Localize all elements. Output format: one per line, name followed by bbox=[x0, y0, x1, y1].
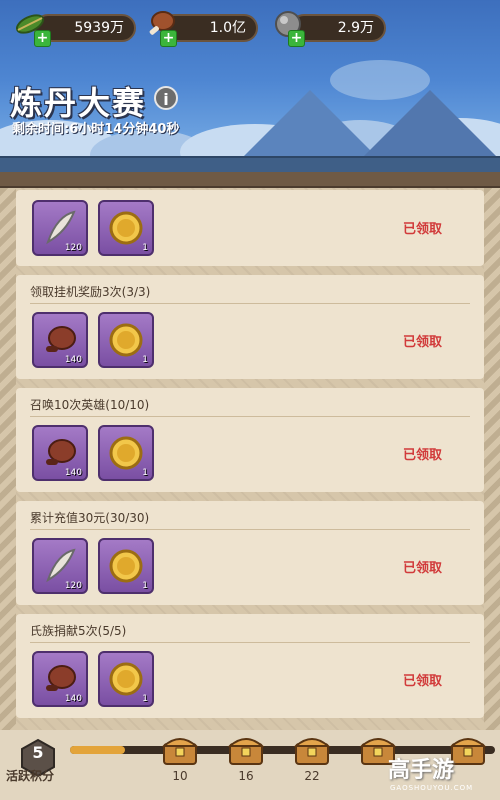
reward-item[interactable]: 1 bbox=[98, 425, 154, 481]
gold-coin-icon bbox=[109, 436, 143, 470]
divider bbox=[30, 529, 470, 530]
task-card: 累计充值30元(30/30) 120 1 已领取 bbox=[16, 501, 484, 605]
panel-rail bbox=[0, 172, 500, 188]
task-title: 召唤10次英雄(10/10) bbox=[30, 398, 150, 412]
task-title: 累计充值30元(30/30) bbox=[30, 511, 150, 525]
gold-coin-icon bbox=[109, 323, 143, 357]
meat-icon bbox=[46, 326, 76, 352]
reward-qty: 140 bbox=[64, 468, 82, 478]
task-title: 领取挂机奖励3次(3/3) bbox=[30, 285, 151, 299]
task-card: 召唤10次英雄(10/10) 140 1 已领取 bbox=[16, 388, 484, 492]
reward-qty: 120 bbox=[64, 243, 82, 253]
divider bbox=[30, 416, 470, 417]
mountain bbox=[360, 90, 500, 160]
reward-qty: 140 bbox=[64, 355, 82, 365]
add-resource-button[interactable]: + bbox=[160, 30, 177, 47]
add-resource-button[interactable]: + bbox=[288, 30, 305, 47]
reward-item[interactable]: 1 bbox=[98, 312, 154, 368]
watermark: 高手游 bbox=[388, 758, 455, 783]
task-title: 氏族捐献5次(5/5) bbox=[30, 624, 127, 638]
milestone-value: 22 bbox=[304, 769, 320, 783]
reward-item[interactable]: 140 bbox=[32, 312, 88, 368]
watermark-url: GAOSHOUYOU.COM bbox=[390, 784, 474, 792]
reward-qty: 1 bbox=[142, 243, 148, 253]
gold-coin-icon bbox=[109, 549, 143, 583]
claimed-status: 已领取 bbox=[402, 448, 442, 463]
side-border bbox=[0, 188, 16, 730]
chest-icon[interactable] bbox=[160, 732, 200, 766]
chest-icon[interactable] bbox=[226, 732, 266, 766]
reward-item[interactable]: 1 bbox=[98, 200, 154, 256]
activity-progress-fill bbox=[70, 746, 125, 754]
task-card: 120 1 已领取 bbox=[16, 190, 484, 266]
meat-icon bbox=[46, 665, 76, 691]
reward-item[interactable]: 140 bbox=[32, 425, 88, 481]
info-icon[interactable]: i bbox=[154, 86, 178, 110]
reward-qty: 1 bbox=[142, 694, 148, 704]
claimed-status: 已领取 bbox=[402, 674, 442, 689]
reward-qty: 1 bbox=[142, 468, 148, 478]
countdown-timer: 剩余时间:6小时14分钟40秒 bbox=[12, 122, 180, 137]
reward-item[interactable]: 140 bbox=[32, 651, 88, 707]
chest-icon[interactable] bbox=[292, 732, 332, 766]
task-card: 领取挂机奖励3次(3/3) 140 1 已领取 bbox=[16, 275, 484, 379]
side-border bbox=[484, 188, 500, 730]
add-resource-button[interactable]: + bbox=[34, 30, 51, 47]
gold-coin-icon bbox=[109, 662, 143, 696]
reward-item[interactable]: 1 bbox=[98, 538, 154, 594]
activity-points: 5 bbox=[32, 743, 44, 762]
reward-item[interactable]: 1 bbox=[98, 651, 154, 707]
activity-label: 活跃积分 bbox=[6, 769, 55, 783]
feather-icon bbox=[46, 210, 76, 245]
task-card: 氏族捐献5次(5/5) 140 1 已领取 bbox=[16, 614, 484, 718]
claimed-status: 已领取 bbox=[402, 222, 442, 237]
milestone-value: 16 bbox=[238, 769, 254, 783]
claimed-status: 已领取 bbox=[402, 561, 442, 576]
claimed-status: 已领取 bbox=[402, 335, 442, 350]
gold-coin-icon bbox=[109, 211, 143, 245]
resource-value: 1.0亿 bbox=[209, 20, 246, 36]
reward-item[interactable]: 120 bbox=[32, 200, 88, 256]
milestone-value: 10 bbox=[172, 769, 188, 783]
feather-icon bbox=[46, 548, 76, 583]
divider bbox=[30, 303, 470, 304]
reward-qty: 1 bbox=[142, 581, 148, 591]
divider bbox=[30, 642, 470, 643]
reward-qty: 1 bbox=[142, 355, 148, 365]
meat-icon bbox=[46, 439, 76, 465]
resource-value: 2.9万 bbox=[337, 20, 374, 36]
reward-qty: 140 bbox=[64, 694, 82, 704]
reward-qty: 120 bbox=[64, 581, 82, 591]
reward-item[interactable]: 120 bbox=[32, 538, 88, 594]
mountain bbox=[240, 90, 380, 160]
resource-value: 5939万 bbox=[74, 20, 124, 36]
